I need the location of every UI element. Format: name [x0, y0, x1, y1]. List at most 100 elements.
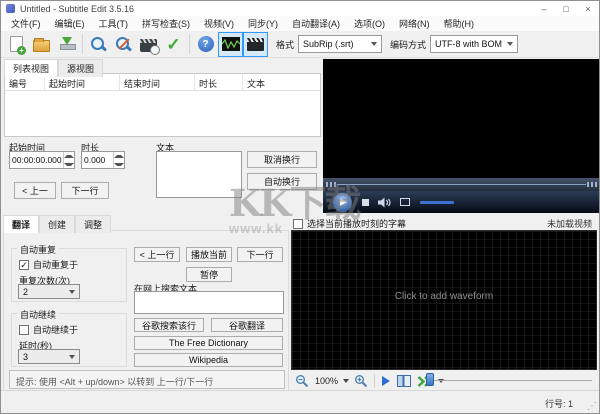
menu-auto-translate[interactable]: 自动翻译(A) — [285, 17, 347, 30]
zoom-in-button[interactable] — [351, 374, 371, 388]
menu-spellcheck[interactable]: 拼写检查(S) — [135, 17, 197, 30]
save-button[interactable] — [54, 32, 79, 57]
seek-bar[interactable] — [323, 178, 599, 191]
stop-button[interactable] — [362, 198, 369, 206]
delay-select[interactable]: 3 — [18, 349, 80, 364]
view-tabs: 列表视图 源视图 — [4, 59, 104, 77]
minimize-button[interactable]: – — [533, 1, 555, 16]
previous-subtitle-button[interactable]: < 上一 — [14, 182, 56, 199]
zoom-dropdown-icon[interactable] — [343, 379, 350, 383]
video-controls — [323, 178, 599, 213]
mute-button[interactable] — [378, 197, 391, 208]
menu-video[interactable]: 视频(V) — [197, 17, 241, 30]
duration-spinner[interactable]: 0.000 — [81, 151, 125, 169]
new-file-button[interactable]: + — [4, 32, 29, 57]
auto-continue-checkbox[interactable]: 自动继续于 — [19, 323, 78, 336]
wave-play-button[interactable] — [378, 375, 394, 387]
volume-slider[interactable] — [420, 200, 454, 204]
menu-help[interactable]: 帮助(H) — [437, 17, 482, 30]
unbreak-button[interactable]: 取消换行 — [247, 151, 317, 168]
subtitle-table[interactable]: 编号 起始时间 结束时间 时长 文本 — [4, 73, 321, 137]
column-text[interactable]: 文本 — [243, 74, 320, 90]
google-translate-button[interactable]: 谷歌翻译 — [211, 318, 283, 332]
free-dictionary-button[interactable]: The Free Dictionary — [134, 336, 283, 350]
auto-repeat-checkbox[interactable]: ✓ 自动重复于 — [19, 258, 78, 271]
toolbar-separator — [82, 34, 83, 54]
toggle-video-button[interactable] — [243, 31, 268, 57]
encoding-select[interactable]: UTF-8 with BOM — [430, 35, 519, 53]
column-end-time[interactable]: 结束时间 — [120, 74, 195, 90]
auto-continue-group: 自动继续 自动继续于 延时(秒) 3 — [11, 308, 127, 367]
menu-sync[interactable]: 同步(Y) — [241, 17, 285, 30]
open-file-button[interactable] — [29, 32, 54, 57]
repeat-count-value: 2 — [23, 286, 29, 297]
google-search-button[interactable]: 谷歌搜索该行 — [134, 318, 204, 332]
fullscreen-button[interactable] — [400, 198, 410, 206]
menu-tools[interactable]: 工具(T) — [92, 17, 136, 30]
waveform-icon — [221, 37, 240, 51]
column-duration[interactable]: 时长 — [195, 74, 243, 90]
chevron-down-icon — [69, 289, 75, 294]
menu-network[interactable]: 网络(N) — [392, 17, 437, 30]
help-button[interactable]: ? — [193, 32, 218, 57]
menu-options[interactable]: 选项(O) — [347, 17, 392, 30]
spin-up-icon[interactable] — [64, 152, 74, 160]
menu-bar: 文件(F) 编辑(E) 工具(T) 拼写检查(S) 视频(V) 同步(Y) 自动… — [1, 16, 599, 31]
previous-line-button[interactable]: < 上一行 — [134, 247, 180, 262]
menu-file[interactable]: 文件(F) — [4, 17, 48, 30]
tab-list-view[interactable]: 列表视图 — [4, 59, 59, 77]
play-button[interactable] — [333, 192, 352, 212]
waveform-area[interactable]: Click to add waveform — [291, 230, 597, 370]
find-button[interactable] — [86, 32, 111, 57]
auto-continue-group-label: 自动继续 — [17, 308, 60, 321]
play-current-button[interactable]: 播放当前 — [186, 247, 232, 262]
chevron-down-icon — [507, 42, 514, 46]
format-select[interactable]: SubRip (.srt) — [298, 35, 383, 53]
save-icon — [59, 36, 76, 52]
menu-edit[interactable]: 编辑(E) — [48, 17, 92, 30]
spin-up-icon[interactable] — [114, 152, 124, 160]
checkbox-unchecked-icon[interactable] — [19, 324, 29, 335]
next-line-button[interactable]: 下一行 — [237, 247, 283, 262]
spin-down-icon[interactable] — [64, 160, 74, 168]
app-window: Untitled - Subtitle Edit 3.5.16 – □ × 文件… — [0, 0, 600, 414]
web-search-input[interactable] — [134, 291, 284, 314]
checkbox-checked-icon[interactable]: ✓ — [19, 259, 29, 270]
hint-text: 提示: 使用 <Alt + up/down> 以转到 上一行/下一行 — [9, 370, 285, 389]
auto-repeat-group: 自动重复 ✓ 自动重复于 重复次数(次) 2 — [11, 243, 127, 302]
subtitle-text-area[interactable] — [156, 151, 242, 198]
tab-translate[interactable]: 翻译 — [3, 215, 40, 233]
zoom-out-button[interactable] — [292, 374, 312, 388]
toggle-waveform-button[interactable] — [218, 31, 243, 57]
resize-grip[interactable]: ⋰ — [587, 401, 597, 412]
auto-break-button[interactable]: 自动换行 — [247, 173, 317, 190]
maximize-button[interactable]: □ — [555, 1, 577, 16]
replace-button[interactable] — [111, 32, 136, 57]
checkbox-unchecked-icon[interactable] — [293, 218, 303, 229]
close-button[interactable]: × — [577, 1, 599, 16]
no-video-label: 未加载视频 — [546, 219, 592, 229]
tab-source-view[interactable]: 源视图 — [58, 59, 104, 77]
repeat-count-select[interactable]: 2 — [18, 284, 80, 299]
wave-view-mode-button[interactable] — [394, 375, 414, 387]
wikipedia-button[interactable]: Wikipedia — [134, 353, 283, 367]
zoom-level-value[interactable]: 100% — [312, 376, 341, 386]
auto-repeat-group-label: 自动重复 — [17, 243, 60, 256]
tab-create[interactable]: 创建 — [39, 215, 76, 233]
visual-sync-button[interactable] — [136, 32, 161, 57]
play-icon — [340, 198, 347, 206]
spin-down-icon[interactable] — [114, 160, 124, 168]
encoding-label: 编码方式 — [390, 39, 427, 50]
speaker-icon — [378, 197, 391, 207]
position-slider-thumb[interactable] — [426, 373, 434, 386]
main-toolbar: + ✓ ? 格式 SubRip (.srt) 编码方式 UTF-8 with B… — [1, 31, 599, 58]
next-subtitle-button[interactable]: 下一行 — [61, 182, 109, 199]
start-time-spinner[interactable]: 00:00:00.000 — [9, 151, 75, 169]
duration-value: 0.000 — [84, 155, 106, 165]
pause-button[interactable]: 暂停 — [186, 267, 232, 282]
select-current-subtitle-checkbox[interactable]: 选择当前播放时刻的字幕 — [293, 217, 406, 230]
spell-check-button[interactable]: ✓ — [161, 32, 186, 57]
position-slider-track[interactable] — [434, 380, 592, 381]
tab-adjust[interactable]: 调整 — [75, 215, 112, 233]
video-player[interactable] — [323, 59, 599, 213]
